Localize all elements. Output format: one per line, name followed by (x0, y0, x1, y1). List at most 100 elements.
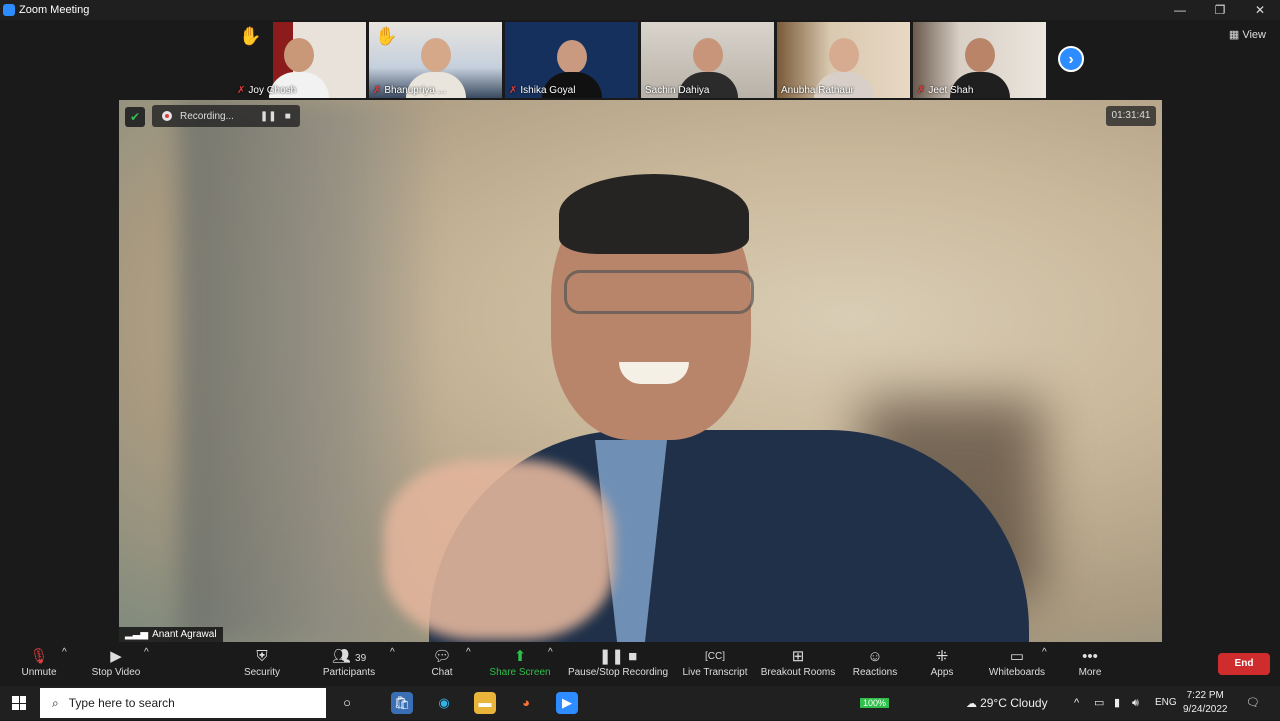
breakout-rooms-button[interactable]: ⊞ Breakout Rooms (758, 647, 838, 678)
language-indicator[interactable]: ENG (1155, 686, 1177, 720)
chat-button[interactable]: 💬︎ Chat (426, 647, 458, 678)
file-explorer-icon[interactable]: ▬ (474, 692, 496, 714)
participant-name: Sachin Dahiya (645, 85, 710, 96)
live-transcript-label: Live Transcript (682, 667, 748, 678)
share-arrow-icon: ⬆ (513, 648, 527, 665)
volume-icon[interactable]: 🔊︎ (1132, 686, 1139, 720)
search-icon: ⌕ (52, 695, 59, 710)
system-clock[interactable]: 7:22 PM 9/24/2022 (1183, 689, 1228, 717)
breakout-grid-icon: ⊞ (791, 648, 805, 665)
mic-muted-icon: ✗ (509, 85, 518, 96)
recording-dot-icon (162, 111, 172, 121)
whiteboards-caret-icon[interactable]: ^ (1042, 647, 1047, 658)
stop-video-label: Stop Video (91, 667, 141, 678)
cortana-icon[interactable]: ○ (336, 692, 358, 714)
video-camera-icon: ▶︎ (110, 648, 122, 665)
weather-widget[interactable]: ☁ 29°C Cloudy (966, 686, 1048, 721)
reactions-button[interactable]: ☺ Reactions (850, 647, 900, 678)
grid-icon: ▦ (1228, 29, 1240, 41)
people-icon: 👥︎ (331, 648, 351, 665)
participant-name: Joy Ghosh (248, 85, 297, 96)
meeting-toolbar: 🎙︎ Unmute ^ ▶︎ Stop Video ^ ⛨ Security 👥… (0, 643, 1280, 686)
view-button[interactable]: ▦ View (1229, 28, 1266, 41)
chat-label: Chat (431, 667, 453, 678)
store-icon[interactable]: 🛍︎ (391, 692, 413, 714)
video-options-caret-icon[interactable]: ^ (144, 647, 149, 658)
signal-bars-icon: ▂▃▅ (125, 629, 149, 640)
clock-date: 9/24/2022 (1183, 704, 1228, 715)
share-caret-icon[interactable]: ^ (548, 647, 553, 658)
participants-caret-icon[interactable]: ^ (390, 647, 395, 658)
meeting-timer: 01:31:41 (1106, 106, 1156, 126)
zoom-app-icon[interactable]: ▶ (556, 692, 578, 714)
live-transcript-button[interactable]: [CC] Live Transcript (680, 647, 750, 678)
participant-tile[interactable]: ✗ Jeet Shah (913, 22, 1046, 98)
more-label: More (1078, 667, 1102, 678)
view-label: View (1242, 29, 1266, 41)
cc-icon: [CC] (705, 651, 725, 662)
participants-button[interactable]: 👥︎ 39 Participants (320, 647, 378, 678)
pause-stop-recording-label: Pause/Stop Recording (567, 667, 669, 678)
windows-taskbar: ⌕ Type here to search ○ 🛍︎ ◉ ▬ ◕ ▶ 100% … (0, 686, 1280, 720)
pause-stop-recording-button[interactable]: ❚❚ ■ Pause/Stop Recording (566, 647, 670, 678)
restore-icon[interactable]: ❐ (1200, 0, 1240, 20)
whiteboard-icon: ▭ (1009, 648, 1025, 665)
cloud-icon: ☁ (966, 698, 977, 710)
minimize-icon[interactable]: — (1160, 0, 1200, 20)
chat-caret-icon[interactable]: ^ (466, 647, 471, 658)
participant-tile[interactable]: Anubha Rathaur (777, 22, 910, 98)
battery-tray-icon[interactable]: ▮ (1114, 686, 1120, 720)
participant-name: Anubha Rathaur (781, 85, 854, 96)
whiteboards-label: Whiteboards (988, 667, 1046, 678)
notifications-icon[interactable]: 🗨︎ (1246, 686, 1260, 720)
encryption-shield-icon[interactable]: ✔ (125, 107, 145, 127)
participants-label: Participants (322, 667, 376, 678)
participant-name: Bhanupriya ... (384, 85, 447, 96)
unmute-button[interactable]: 🎙︎ Unmute (18, 647, 60, 678)
chat-bubble-icon: 💬︎ (432, 648, 452, 665)
pause-recording-icon[interactable]: ❚❚ (260, 111, 277, 122)
mic-muted-icon: ✗ (237, 85, 246, 96)
battery-icon: 100% (860, 698, 890, 708)
active-speaker-video (119, 100, 1162, 642)
window-title: Zoom Meeting (19, 4, 90, 16)
network-icon[interactable]: ▭ (1094, 686, 1104, 720)
share-screen-label: Share Screen (489, 667, 551, 678)
stop-recording-icon[interactable]: ■ (285, 111, 291, 122)
tray-chevron-icon[interactable]: ^ (1074, 686, 1079, 720)
audio-options-caret-icon[interactable]: ^ (62, 647, 67, 658)
apps-icon: ⁜ (935, 648, 949, 665)
participant-name: Ishika Goyal (520, 85, 576, 96)
zoom-logo-icon (3, 4, 15, 16)
more-button[interactable]: ••• More (1074, 647, 1106, 678)
firefox-icon[interactable]: ◕ (515, 692, 537, 714)
apps-label: Apps (930, 667, 954, 678)
breakout-rooms-label: Breakout Rooms (760, 667, 836, 678)
raised-hand-icon: ✋ (239, 26, 262, 46)
participants-count: 39 (355, 653, 367, 664)
close-icon[interactable]: ✕ (1240, 0, 1280, 20)
pause-stop-icon: ❚❚ ■ (598, 648, 638, 665)
speaker-name: Anant Agrawal (152, 629, 217, 640)
emoji-plus-icon: ☺ (867, 648, 883, 665)
participant-tile[interactable]: Sachin Dahiya (641, 22, 774, 98)
next-page-button[interactable]: › (1058, 46, 1084, 72)
apps-button[interactable]: ⁜ Apps (926, 647, 958, 678)
mic-muted-icon: ✗ (373, 85, 382, 96)
mic-muted-icon: ✗ (917, 85, 926, 96)
whiteboards-button[interactable]: ▭ Whiteboards (986, 647, 1048, 678)
taskbar-search-box[interactable]: ⌕ Type here to search (40, 688, 326, 718)
windows-start-icon[interactable] (12, 696, 26, 710)
participant-tile[interactable]: ✋ ✗ Bhanupriya ... (369, 22, 502, 98)
stop-video-button[interactable]: ▶︎ Stop Video (88, 647, 144, 678)
participant-tile[interactable]: ✋ ✗ Joy Ghosh (233, 22, 366, 98)
participant-tile[interactable]: ✗ Ishika Goyal (505, 22, 638, 98)
speaker-name-tag: ▂▃▅ Anant Agrawal (119, 627, 223, 642)
edge-icon[interactable]: ◉ (433, 692, 455, 714)
end-meeting-button[interactable]: End (1218, 653, 1270, 675)
security-label: Security (243, 667, 281, 678)
mic-muted-icon: 🎙︎ (29, 648, 49, 665)
security-button[interactable]: ⛨ Security (240, 647, 284, 678)
share-screen-button[interactable]: ⬆ Share Screen (488, 647, 552, 678)
reactions-label: Reactions (852, 667, 898, 678)
